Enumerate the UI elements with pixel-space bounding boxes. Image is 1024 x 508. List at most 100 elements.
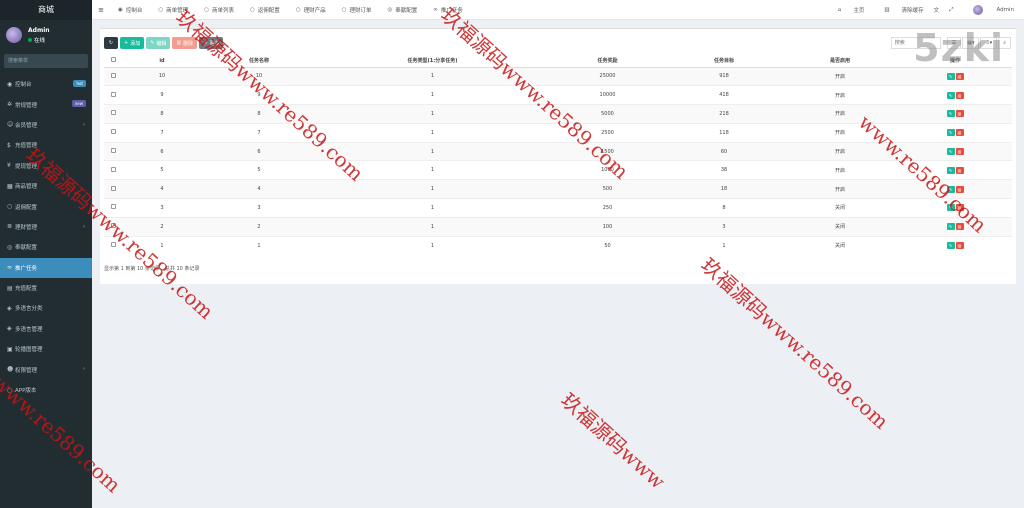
tab-0[interactable]: ◉ 控制台 <box>110 0 150 20</box>
menu-search-input[interactable]: 搜索菜单 <box>4 54 88 68</box>
table-row[interactable]: 5 5 1 1000 38 开启 ✎ ▥ <box>104 160 1012 180</box>
cell-target: 60 <box>666 141 782 161</box>
gear-circle-icon: ◎ <box>7 243 13 251</box>
home-link[interactable]: ⌂ 主页 <box>828 6 865 14</box>
row-checkbox[interactable] <box>110 110 116 116</box>
tab-4[interactable]: ○ 理财产品 <box>288 0 334 20</box>
avatar <box>6 27 22 43</box>
sidebar-item-13[interactable]: ▣ 轮播图管理 <box>0 339 92 359</box>
avatar <box>973 5 984 15</box>
badge-new: new <box>71 100 86 108</box>
sidebar-item-label: 理财管理 <box>15 224 38 231</box>
online-dot-icon <box>28 37 32 42</box>
row-edit-icon[interactable]: ✎ <box>946 72 955 80</box>
cell-reward: 25000 <box>549 66 666 86</box>
sidebar-item-7[interactable]: ≣ 理财管理 ‹ <box>0 217 92 237</box>
cell-target: 8 <box>666 198 782 218</box>
user-status: 在线 <box>28 36 50 44</box>
row-checkbox[interactable] <box>110 72 116 78</box>
row-checkbox[interactable] <box>110 129 116 135</box>
sidebar-item-label: 权限管理 <box>15 367 38 374</box>
cell-enabled: 开启 <box>782 179 898 199</box>
table-row[interactable]: 2 2 1 100 3 关闭 ✎ ▥ <box>104 216 1012 237</box>
cell-type: 1 <box>316 235 549 255</box>
col-target[interactable]: 任务目标 <box>666 55 782 68</box>
row-select-cell <box>104 85 122 105</box>
row-edit-icon[interactable]: ✎ <box>946 242 955 250</box>
sidebar-item-14[interactable]: ☻ 权限管理 ‹ <box>0 359 92 379</box>
sidebar-item-8[interactable]: ◎ 奉献配置 <box>0 237 92 257</box>
edit-button[interactable]: ✎ 编辑 <box>146 37 171 49</box>
cell-enabled: 关闭 <box>782 198 898 218</box>
chevron-left-icon: ‹ <box>83 121 85 128</box>
cell-reward: 50 <box>549 235 666 255</box>
table-row[interactable]: 1 1 1 50 1 关闭 ✎ ▥ <box>104 235 1012 255</box>
dashboard-icon: ◉ <box>7 80 13 88</box>
table-row[interactable]: 3 3 1 250 8 关闭 ✎ ▥ <box>104 198 1012 218</box>
col-reward[interactable]: 任务奖励 <box>549 55 666 68</box>
yen-icon: ¥ <box>7 162 11 170</box>
image-icon: ▣ <box>7 345 13 353</box>
sidebar-item-label: 轮播图管理 <box>15 347 43 354</box>
user-menu[interactable]: Admin <box>963 5 1014 15</box>
circle-icon: ○ <box>7 203 13 211</box>
row-edit-icon[interactable]: ✎ <box>946 223 955 231</box>
cell-operations: ✎ ▥ <box>898 122 1012 143</box>
fullscreen-icon[interactable]: ⤢ <box>949 7 953 14</box>
cell-id: 4 <box>122 179 202 199</box>
translate-icon[interactable]: 文 <box>934 6 940 14</box>
row-select-cell <box>104 141 122 161</box>
row-delete-icon[interactable]: ▥ <box>955 166 964 174</box>
sidebar-item-2[interactable]: ☺ 会员管理 ‹ <box>0 115 92 135</box>
sidebar-item-0[interactable]: ◉ 控制台 hot <box>0 74 92 94</box>
row-delete-icon[interactable]: ▥ <box>955 148 964 156</box>
row-checkbox[interactable] <box>110 166 116 172</box>
row-delete-icon[interactable]: ▥ <box>955 91 964 99</box>
row-edit-icon[interactable]: ✎ <box>946 129 955 137</box>
sidebar-item-9[interactable]: ∞ 推广任务 <box>0 257 92 278</box>
link-icon: ∞ <box>7 264 12 272</box>
trash-icon: ▥ <box>176 40 182 46</box>
cell-target: 218 <box>666 104 782 124</box>
row-edit-icon[interactable]: ✎ <box>946 166 955 174</box>
cell-enabled: 关闭 <box>782 216 898 237</box>
grid-icon: ▤ <box>7 284 13 292</box>
cell-id: 3 <box>122 198 202 218</box>
hamburger-icon[interactable]: ≡ <box>92 6 110 14</box>
chevron-left-icon: ‹ <box>83 223 85 230</box>
tab-label: 理财产品 <box>303 7 326 14</box>
tab-label: 商单列表 <box>211 7 234 14</box>
sidebar-item-label: 商品管理 <box>15 184 38 191</box>
sidebar-item-label: 推广任务 <box>15 265 38 272</box>
tab-5[interactable]: ○ 理财订单 <box>334 0 380 20</box>
sidebar-item-12[interactable]: ◈ 多语言管理 <box>0 319 92 339</box>
row-edit-icon[interactable]: ✎ <box>946 148 955 156</box>
sidebar-item-11[interactable]: ◈ 多语言分类 <box>0 298 92 318</box>
col-enabled[interactable]: 是否启用 <box>782 55 898 68</box>
row-edit-icon[interactable]: ✎ <box>946 110 955 118</box>
col-id[interactable]: id <box>122 55 202 68</box>
row-delete-icon[interactable]: ▥ <box>955 110 964 118</box>
sidebar-item-1[interactable]: ✲ 常规管理 new <box>0 94 92 114</box>
select-all-checkbox[interactable] <box>110 57 116 63</box>
sidebar-item-10[interactable]: ▤ 充值配置 <box>0 278 92 298</box>
watermark-text: 玖福源码www <box>556 387 670 494</box>
tab-3[interactable]: ○ 返佣配置 <box>242 0 288 20</box>
row-edit-icon[interactable]: ✎ <box>946 91 955 99</box>
clear-cache-link[interactable]: ▥ 清除缓存 <box>874 6 923 14</box>
tab-6[interactable]: ◎ 奉献配置 <box>379 0 425 20</box>
row-checkbox[interactable] <box>110 185 116 191</box>
add-button[interactable]: + 添加 <box>120 37 145 49</box>
row-checkbox[interactable] <box>110 91 116 97</box>
row-select-cell <box>104 104 122 124</box>
brand-logo[interactable]: 商城 <box>0 0 92 20</box>
row-delete-icon[interactable]: ▥ <box>955 129 964 137</box>
group-icon: ☻ <box>7 366 14 374</box>
refresh-button[interactable]: ↻ <box>104 37 118 49</box>
cell-operations: ✎ ▥ <box>898 235 1012 255</box>
row-delete-icon[interactable]: ▥ <box>955 242 964 250</box>
row-delete-icon[interactable]: ▥ <box>955 72 964 80</box>
table-row[interactable]: 4 4 1 500 18 开启 ✎ ▥ <box>104 179 1012 199</box>
row-checkbox[interactable] <box>110 148 116 154</box>
store-icon: ▦ <box>7 182 13 190</box>
